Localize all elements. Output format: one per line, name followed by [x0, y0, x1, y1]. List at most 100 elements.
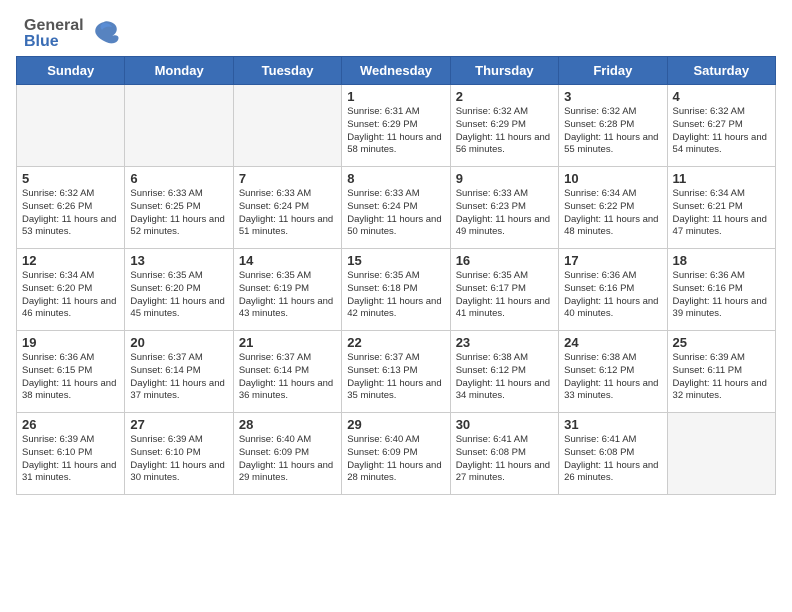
sunrise-label: Sunrise: 6:40 AM — [347, 434, 419, 445]
daylight-label: Daylight: 11 hours and 30 minutes. — [130, 460, 224, 484]
sunrise-label: Sunrise: 6:35 AM — [456, 270, 528, 281]
date-number: 26 — [22, 417, 119, 432]
cell-info: Sunrise: 6:33 AMSunset: 6:25 PMDaylight:… — [130, 188, 227, 239]
cell-info: Sunrise: 6:37 AMSunset: 6:13 PMDaylight:… — [347, 352, 444, 403]
week-row-2: 5Sunrise: 6:32 AMSunset: 6:26 PMDaylight… — [17, 167, 776, 249]
sunrise-label: Sunrise: 6:32 AM — [22, 188, 94, 199]
cell-info: Sunrise: 6:41 AMSunset: 6:08 PMDaylight:… — [564, 434, 661, 485]
logo-bird-icon — [88, 20, 120, 48]
cell-info: Sunrise: 6:35 AMSunset: 6:19 PMDaylight:… — [239, 270, 336, 321]
daylight-label: Daylight: 11 hours and 41 minutes. — [456, 296, 550, 320]
calendar-cell: 14Sunrise: 6:35 AMSunset: 6:19 PMDayligh… — [233, 249, 341, 331]
sunset-label: Sunset: 6:13 PM — [347, 365, 417, 376]
sunrise-label: Sunrise: 6:32 AM — [564, 106, 636, 117]
daylight-label: Daylight: 11 hours and 54 minutes. — [673, 132, 767, 156]
day-header-wednesday: Wednesday — [342, 57, 450, 85]
week-row-1: 1 Sunrise: 6:31 AMSunset: 6:29 PMDaylight… — [17, 85, 776, 167]
date-number: 29 — [347, 417, 444, 432]
sunrise-label: Sunrise: 6:33 AM — [347, 188, 419, 199]
date-number: 28 — [239, 417, 336, 432]
sunset-label: Sunset: 6:20 PM — [130, 283, 200, 294]
daylight-label: Daylight: 11 hours and 38 minutes. — [22, 378, 116, 402]
daylight-label: Daylight: 11 hours and 34 minutes. — [456, 378, 550, 402]
sunset-label: Sunset: 6:29 PM — [347, 119, 417, 130]
cell-info: Sunrise: 6:35 AMSunset: 6:18 PMDaylight:… — [347, 270, 444, 321]
calendar-cell: 22 Sunrise: 6:37 AMSunset: 6:13 PMDayligh… — [342, 331, 450, 413]
sunset-label: Sunset: 6:08 PM — [456, 447, 526, 458]
sunset-label: Sunset: 6:21 PM — [673, 201, 743, 212]
daylight-label: Daylight: 11 hours and 35 minutes. — [347, 378, 441, 402]
daylight-label: Daylight: 11 hours and 56 minutes. — [456, 132, 550, 156]
calendar-cell: 30Sunrise: 6:41 AMSunset: 6:08 PMDayligh… — [450, 413, 558, 495]
calendar-cell: 28 Sunrise: 6:40 AMSunset: 6:09 PMDayligh… — [233, 413, 341, 495]
cell-info: Sunrise: 6:36 AMSunset: 6:16 PMDaylight:… — [564, 270, 661, 321]
cell-info: Sunrise: 6:32 AMSunset: 6:28 PMDaylight:… — [564, 106, 661, 157]
calendar-table: SundayMondayTuesdayWednesdayThursdayFrid… — [16, 56, 776, 495]
calendar-cell — [233, 85, 341, 167]
calendar-cell: 20 Sunrise: 6:37 AMSunset: 6:14 PMDayligh… — [125, 331, 233, 413]
date-number: 22 — [347, 335, 444, 350]
daylight-label: Daylight: 11 hours and 40 minutes. — [564, 296, 658, 320]
daylight-label: Daylight: 11 hours and 27 minutes. — [456, 460, 550, 484]
cell-info: Sunrise: 6:40 AMSunset: 6:09 PMDaylight:… — [239, 434, 336, 485]
calendar-cell: 31Sunrise: 6:41 AMSunset: 6:08 PMDayligh… — [559, 413, 667, 495]
cell-info: Sunrise: 6:35 AMSunset: 6:20 PMDaylight:… — [130, 270, 227, 321]
date-number: 5 — [22, 171, 119, 186]
calendar-cell: 6Sunrise: 6:33 AMSunset: 6:25 PMDaylight… — [125, 167, 233, 249]
day-header-tuesday: Tuesday — [233, 57, 341, 85]
calendar-cell: 13Sunrise: 6:35 AMSunset: 6:20 PMDayligh… — [125, 249, 233, 331]
sunrise-label: Sunrise: 6:40 AM — [239, 434, 311, 445]
calendar-cell: 7Sunrise: 6:33 AMSunset: 6:24 PMDaylight… — [233, 167, 341, 249]
calendar-cell: 23 Sunrise: 6:38 AMSunset: 6:12 PMDayligh… — [450, 331, 558, 413]
cell-info: Sunrise: 6:34 AMSunset: 6:20 PMDaylight:… — [22, 270, 119, 321]
date-number: 4 — [673, 89, 770, 104]
date-number: 21 — [239, 335, 336, 350]
sunrise-label: Sunrise: 6:41 AM — [564, 434, 636, 445]
header: General Blue — [0, 0, 792, 56]
calendar-cell: 5Sunrise: 6:32 AMSunset: 6:26 PMDaylight… — [17, 167, 125, 249]
sunset-label: Sunset: 6:18 PM — [347, 283, 417, 294]
daylight-label: Daylight: 11 hours and 29 minutes. — [239, 460, 333, 484]
cell-info: Sunrise: 6:33 AMSunset: 6:23 PMDaylight:… — [456, 188, 553, 239]
day-header-monday: Monday — [125, 57, 233, 85]
date-number: 11 — [673, 171, 770, 186]
daylight-label: Daylight: 11 hours and 28 minutes. — [347, 460, 441, 484]
sunset-label: Sunset: 6:16 PM — [564, 283, 634, 294]
date-number: 7 — [239, 171, 336, 186]
sunrise-label: Sunrise: 6:36 AM — [673, 270, 745, 281]
calendar-cell: 12Sunrise: 6:34 AMSunset: 6:20 PMDayligh… — [17, 249, 125, 331]
calendar-cell: 1 Sunrise: 6:31 AMSunset: 6:29 PMDaylight… — [342, 85, 450, 167]
sunrise-label: Sunrise: 6:33 AM — [239, 188, 311, 199]
daylight-label: Daylight: 11 hours and 42 minutes. — [347, 296, 441, 320]
sunset-label: Sunset: 6:11 PM — [673, 365, 743, 376]
cell-info: Sunrise: 6:40 AMSunset: 6:09 PMDaylight:… — [347, 434, 444, 485]
sunrise-label: Sunrise: 6:37 AM — [239, 352, 311, 363]
day-header-thursday: Thursday — [450, 57, 558, 85]
date-number: 20 — [130, 335, 227, 350]
cell-info: Sunrise: 6:33 AMSunset: 6:24 PMDaylight:… — [347, 188, 444, 239]
sunset-label: Sunset: 6:14 PM — [239, 365, 309, 376]
date-number: 23 — [456, 335, 553, 350]
daylight-label: Daylight: 11 hours and 31 minutes. — [22, 460, 116, 484]
cell-info: Sunrise: 6:31 AMSunset: 6:29 PMDaylight:… — [347, 106, 444, 157]
week-row-5: 26 Sunrise: 6:39 AMSunset: 6:10 PMDayligh… — [17, 413, 776, 495]
calendar-cell: 17Sunrise: 6:36 AMSunset: 6:16 PMDayligh… — [559, 249, 667, 331]
cell-info: Sunrise: 6:38 AMSunset: 6:12 PMDaylight:… — [456, 352, 553, 403]
date-number: 10 — [564, 171, 661, 186]
date-number: 1 — [347, 89, 444, 104]
sunset-label: Sunset: 6:20 PM — [22, 283, 92, 294]
calendar-cell: 4Sunrise: 6:32 AMSunset: 6:27 PMDaylight… — [667, 85, 775, 167]
calendar-cell: 11Sunrise: 6:34 AMSunset: 6:21 PMDayligh… — [667, 167, 775, 249]
cell-info: Sunrise: 6:37 AMSunset: 6:14 PMDaylight:… — [130, 352, 227, 403]
cell-info: Sunrise: 6:39 AMSunset: 6:10 PMDaylight:… — [22, 434, 119, 485]
sunrise-label: Sunrise: 6:32 AM — [673, 106, 745, 117]
daylight-label: Daylight: 11 hours and 32 minutes. — [673, 378, 767, 402]
daylight-label: Daylight: 11 hours and 55 minutes. — [564, 132, 658, 156]
day-header-friday: Friday — [559, 57, 667, 85]
week-row-3: 12Sunrise: 6:34 AMSunset: 6:20 PMDayligh… — [17, 249, 776, 331]
sunset-label: Sunset: 6:26 PM — [22, 201, 92, 212]
calendar-cell: 8Sunrise: 6:33 AMSunset: 6:24 PMDaylight… — [342, 167, 450, 249]
daylight-label: Daylight: 11 hours and 43 minutes. — [239, 296, 333, 320]
week-row-4: 19Sunrise: 6:36 AMSunset: 6:15 PMDayligh… — [17, 331, 776, 413]
sunset-label: Sunset: 6:17 PM — [456, 283, 526, 294]
